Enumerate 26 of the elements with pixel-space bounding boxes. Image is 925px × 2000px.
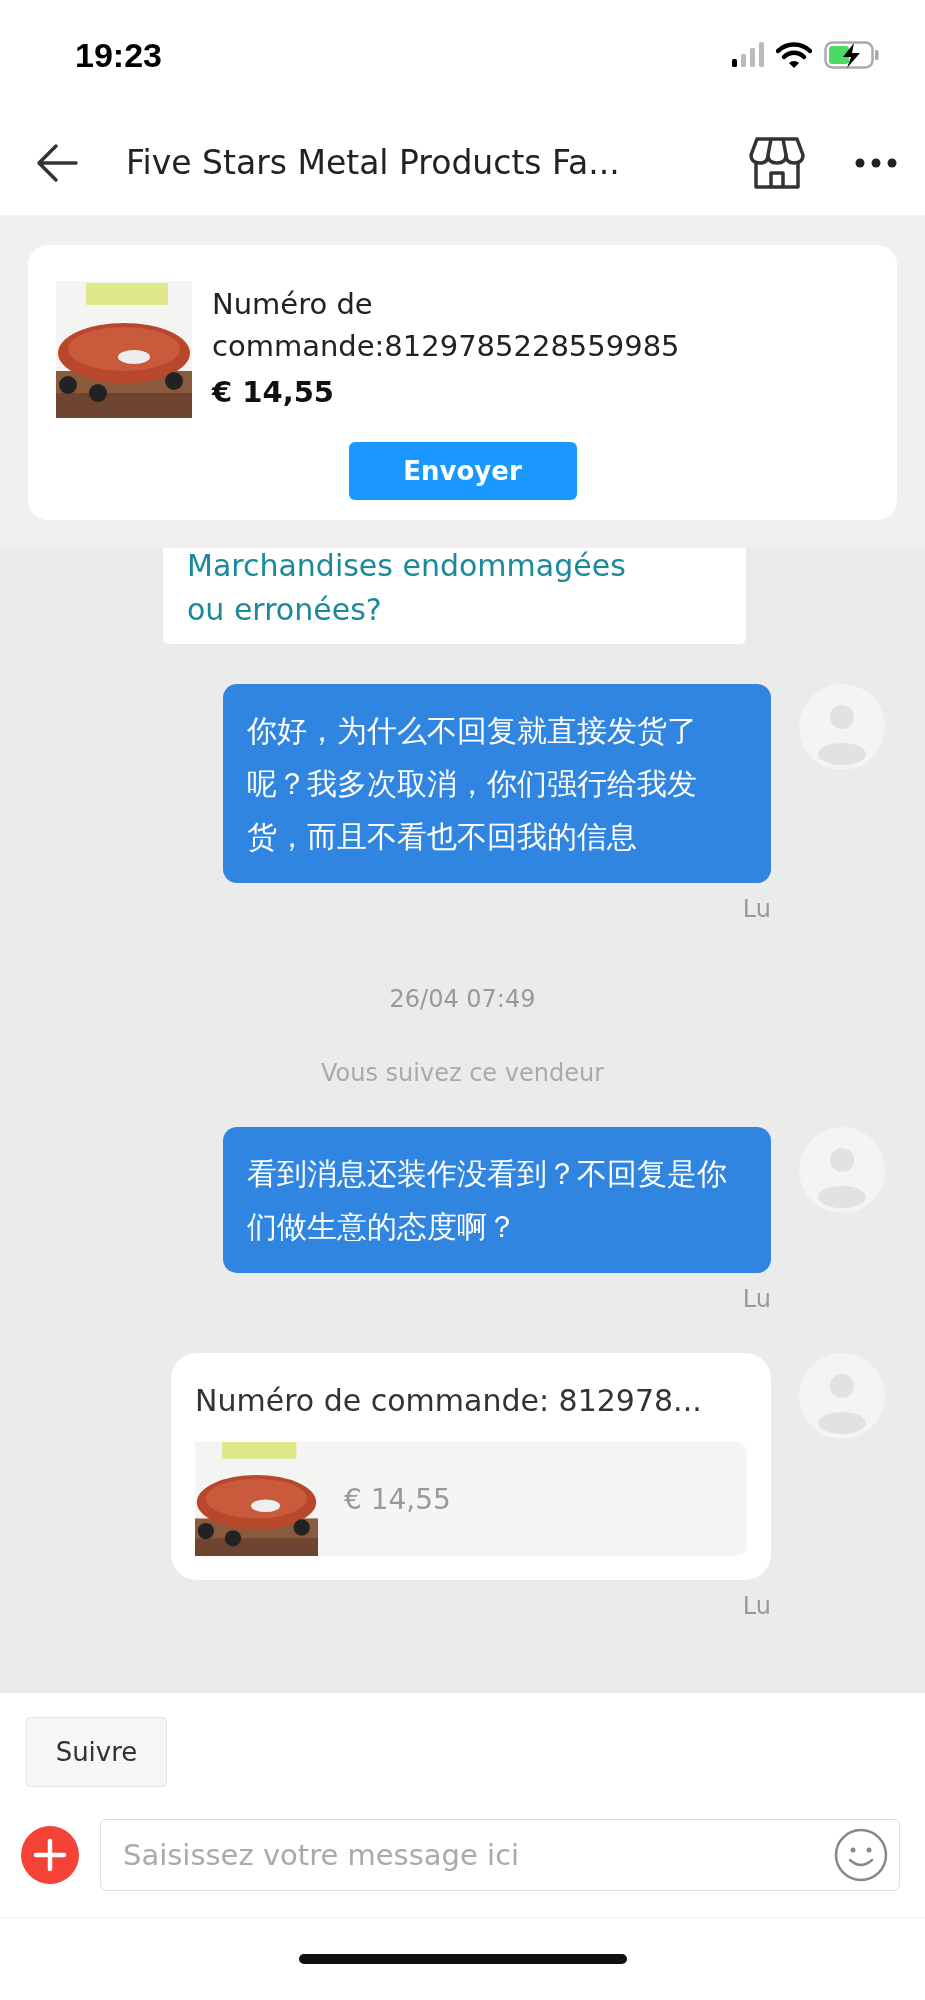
emoji-icon[interactable]: [834, 1828, 888, 1882]
back-arrow-icon[interactable]: [36, 142, 78, 183]
read-status: Lu: [742, 1592, 771, 1620]
read-status: Lu: [742, 1285, 771, 1313]
system-notice: Vous suivez ce vendeur: [321, 1059, 604, 1087]
option-bubble[interactable]: Marchandises endommagées ou erronées?: [163, 548, 746, 644]
wifi-icon: [776, 41, 812, 69]
order-number: Numéro de commande:8129785228559985: [212, 286, 681, 366]
status-time: 19:23: [75, 35, 162, 75]
signal-icon: [732, 42, 764, 68]
chat-title: Five Stars Metal Products Fa...: [126, 143, 621, 182]
order-number: Numéro de commande: 812978...: [195, 1383, 703, 1418]
add-icon[interactable]: [21, 1826, 79, 1884]
store-icon[interactable]: [749, 136, 805, 189]
more-icon[interactable]: [855, 157, 897, 168]
product-panel[interactable]: € 14,55: [195, 1442, 747, 1556]
battery-charging-icon: [824, 41, 880, 69]
timestamp: 26/04 07:49: [389, 985, 536, 1013]
product-price: € 14,55: [344, 1482, 451, 1516]
order-price: € 14,55: [212, 375, 335, 410]
message-bubble: 你好，为什么不回复就直接发货了呢？我多次取消，你们强行给我发货，而且不看也不回我的信息: [223, 684, 771, 883]
read-status: Lu: [742, 895, 771, 923]
message-input[interactable]: Saisissez votre message ici: [100, 1819, 900, 1891]
follow-button[interactable]: Suivre: [26, 1717, 167, 1787]
send-button[interactable]: Envoyer: [348, 442, 577, 500]
message-bubble: 看到消息还装作没看到？不回复是你们做生意的态度啊？: [223, 1127, 771, 1273]
